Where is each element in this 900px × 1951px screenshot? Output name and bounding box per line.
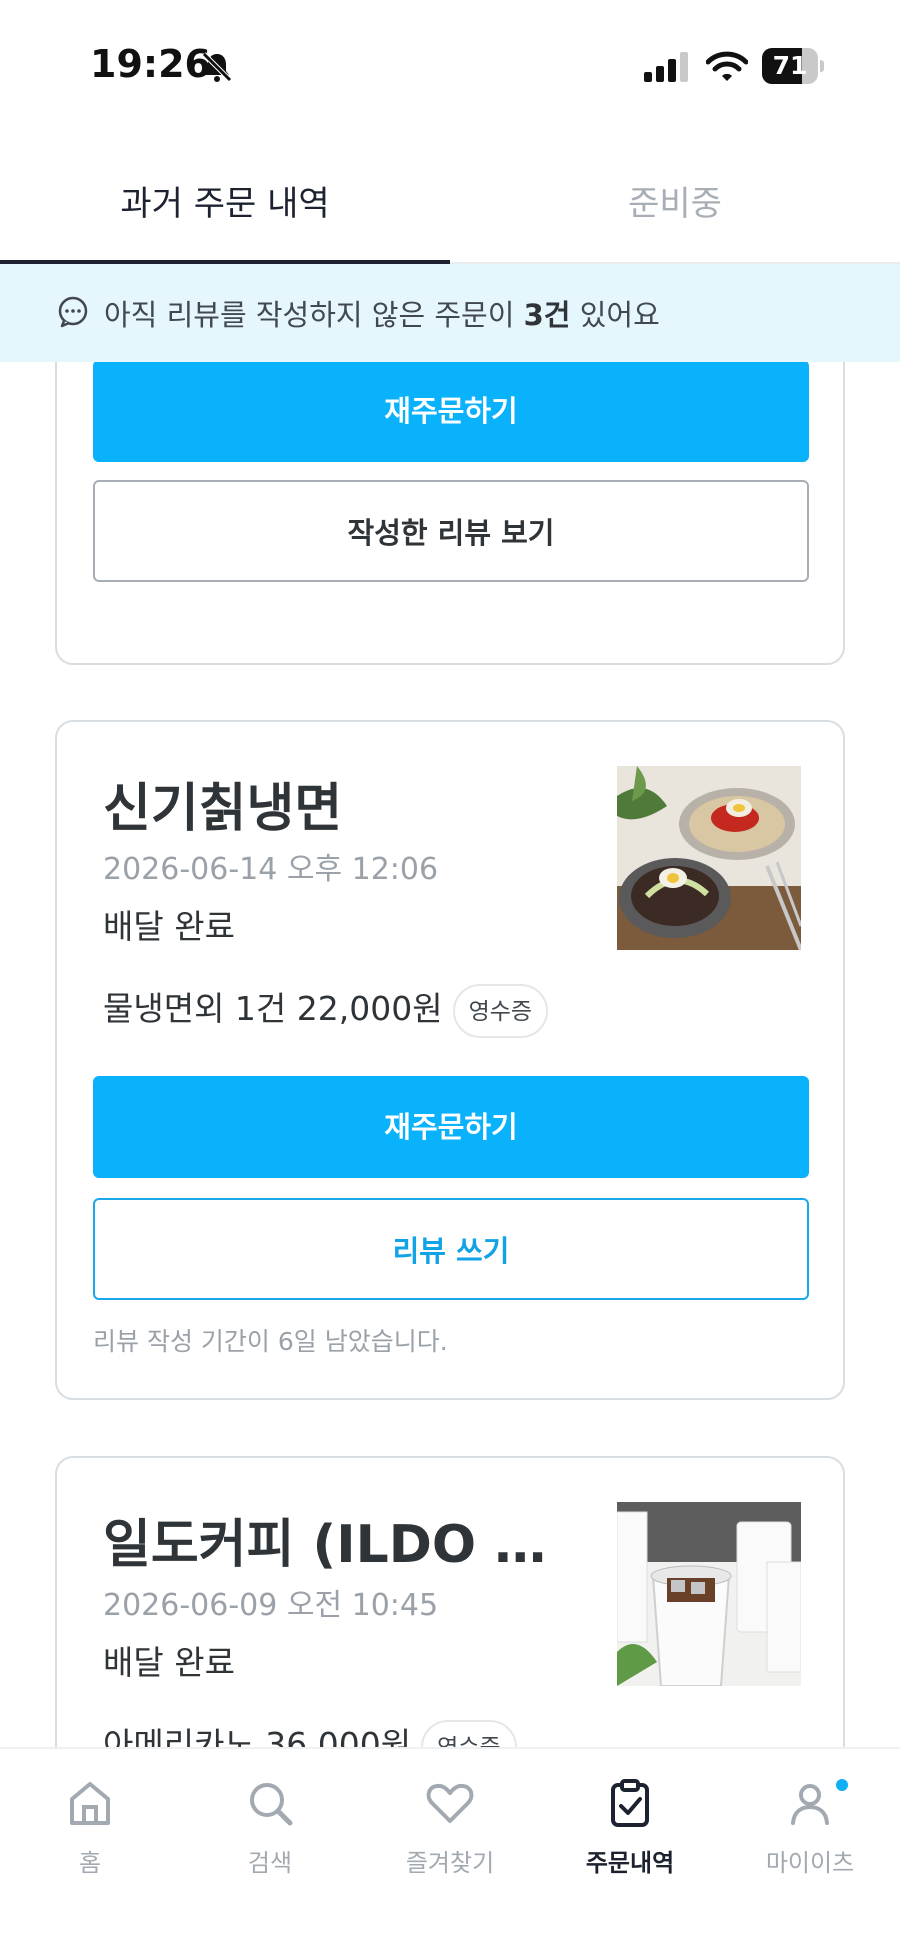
order-summary-text: 아메리카노 36,000원 [103,1725,412,1747]
order-card[interactable]: 신기칡냉면 2026-06-14 오후 12:06 배달 완료 물냉면외 1건 … [55,720,845,1400]
clipboard-check-icon [611,1779,649,1827]
tab-past-orders[interactable]: 과거 주문 내역 [0,176,450,225]
nav-favorites[interactable]: 즐겨찾기 [360,1761,540,1891]
notification-dot [836,1779,848,1791]
order-date: 2026-06-09 오전 10:45 [103,1588,439,1623]
nav-label: 홈 [78,1849,102,1877]
tab-preparing[interactable]: 준비중 [450,176,900,225]
person-icon [791,1784,829,1825]
bell-muted-icon [202,52,232,82]
nav-label: 주문내역 [585,1849,675,1877]
reorder-button[interactable]: 재주문하기 [93,362,809,462]
banner-count: 3건 [523,298,571,332]
banner-text-before: 아직 리뷰를 작성하지 않은 주문이 [104,298,524,332]
store-name: 신기칡냉면 [103,779,343,839]
chat-bubble-icon [58,296,88,328]
battery-body: 71 [762,48,818,84]
battery-indicator: 71 [762,48,824,84]
view-review-button[interactable]: 작성한 리뷰 보기 [93,480,809,582]
battery-cap [820,60,824,72]
reorder-button[interactable]: 재주문하기 [93,1076,809,1178]
order-card[interactable]: 일도커피 (ILDO C... 2026-06-09 오전 10:45 배달 완… [55,1456,845,1747]
order-status: 배달 완료 [103,1643,235,1682]
nav-my-eats[interactable]: 마이이츠 [720,1761,900,1891]
nav-label: 검색 [247,1849,293,1877]
receipt-button[interactable]: 영수증 [452,983,549,1038]
nav-home[interactable]: 홈 [0,1761,180,1891]
order-status: 배달 완료 [103,907,235,946]
status-time: 19:26 [90,42,211,86]
order-tabs: 과거 주문 내역 준비중 [0,140,900,264]
battery-percent: 71 [772,51,808,80]
order-summary-text: 물냉면외 1건 22,000원 [103,989,443,1028]
write-review-button[interactable]: 리뷰 쓰기 [93,1198,809,1300]
order-date: 2026-06-14 오후 12:06 [103,852,439,887]
banner-text-after: 있어요 [570,298,660,332]
review-deadline-note: 리뷰 작성 기간이 6일 남았습니다. [93,1327,448,1356]
nav-search[interactable]: 검색 [180,1761,360,1891]
order-list[interactable]: 재주문하기 작성한 리뷰 보기 신기칡냉면 2026-06-14 오후 12:0… [0,362,900,1747]
review-reminder-banner[interactable]: 아직 리뷰를 작성하지 않은 주문이 3건 있어요 [0,264,900,362]
coffee-thumbnail-image [617,1502,801,1686]
bottom-navigation: 홈 검색 즐겨찾기 주문내역 마이이츠 [0,1747,900,1951]
nav-orders[interactable]: 주문내역 [540,1761,720,1891]
nav-label: 즐겨찾기 [405,1849,495,1877]
order-card: 재주문하기 작성한 리뷰 보기 [55,362,845,665]
search-icon [250,1783,293,1826]
status-bar: 19:26 71 [0,0,900,130]
home-icon [70,1782,110,1825]
cellular-signal-icon [644,52,688,82]
receipt-button[interactable]: 영수증 [421,1719,517,1747]
store-name: 일도커피 (ILDO C... [103,1515,553,1575]
banner-text: 아직 리뷰를 작성하지 않은 주문이 3건 있어요 [104,292,660,334]
wifi-icon [706,51,748,81]
food-thumbnail-image [617,766,801,950]
nav-label: 마이이츠 [765,1849,855,1877]
order-summary: 물냉면외 1건 22,000원 영수증 [103,982,549,1038]
heart-icon [426,1783,474,1823]
order-summary: 아메리카노 36,000원 영수증 [103,1718,517,1747]
